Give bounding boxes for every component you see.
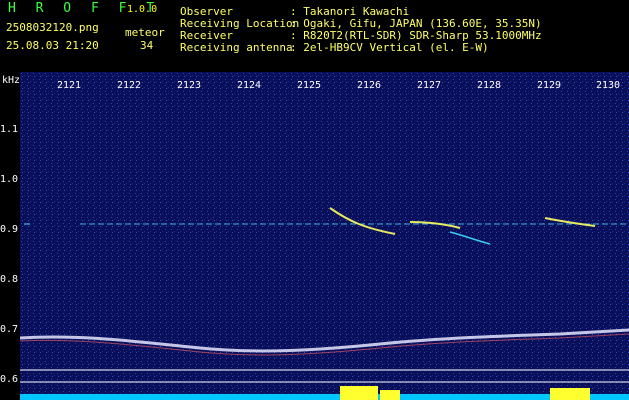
x-tick: 2130 xyxy=(596,80,621,91)
meteor-label: meteor xyxy=(125,26,165,39)
info-value-antenna: : 2el-HB9CV Vertical (el. E-W) xyxy=(290,41,489,54)
activity-burst xyxy=(340,386,378,400)
x-tick: 2125 xyxy=(297,80,322,91)
y-tick: 0.6 xyxy=(0,374,19,385)
meteor-count: 34 xyxy=(140,39,154,52)
activity-burst xyxy=(550,388,590,400)
y-tick: 1.1 xyxy=(0,124,19,135)
x-tick: 2124 xyxy=(237,80,262,91)
x-tick: 2129 xyxy=(537,80,562,91)
x-tick: 2127 xyxy=(417,80,442,91)
spectrogram-background xyxy=(20,72,629,400)
y-tick: 0.9 xyxy=(0,224,19,235)
app-version: 1.0.0 xyxy=(127,4,158,15)
info-key-antenna: Receiving antenna xyxy=(180,41,293,54)
activity-burst xyxy=(380,390,400,400)
filename: 2508032120.png xyxy=(6,21,99,34)
y-tick: 1.0 xyxy=(0,174,19,185)
activity-bar xyxy=(20,394,629,400)
x-tick: 2122 xyxy=(117,80,142,91)
spectrogram xyxy=(20,72,629,400)
x-tick: 2123 xyxy=(177,80,202,91)
y-tick: 0.8 xyxy=(0,274,19,285)
x-tick: 2121 xyxy=(57,80,82,91)
y-axis-unit: kHz xyxy=(2,75,21,86)
header-panel: H R O F F T 1.0.0 2508032120.png meteor … xyxy=(0,0,629,72)
datetime: 25.08.03 21:20 xyxy=(6,39,99,52)
x-tick: 2128 xyxy=(477,80,502,91)
y-tick: 0.7 xyxy=(0,324,19,335)
x-tick: 2126 xyxy=(357,80,382,91)
